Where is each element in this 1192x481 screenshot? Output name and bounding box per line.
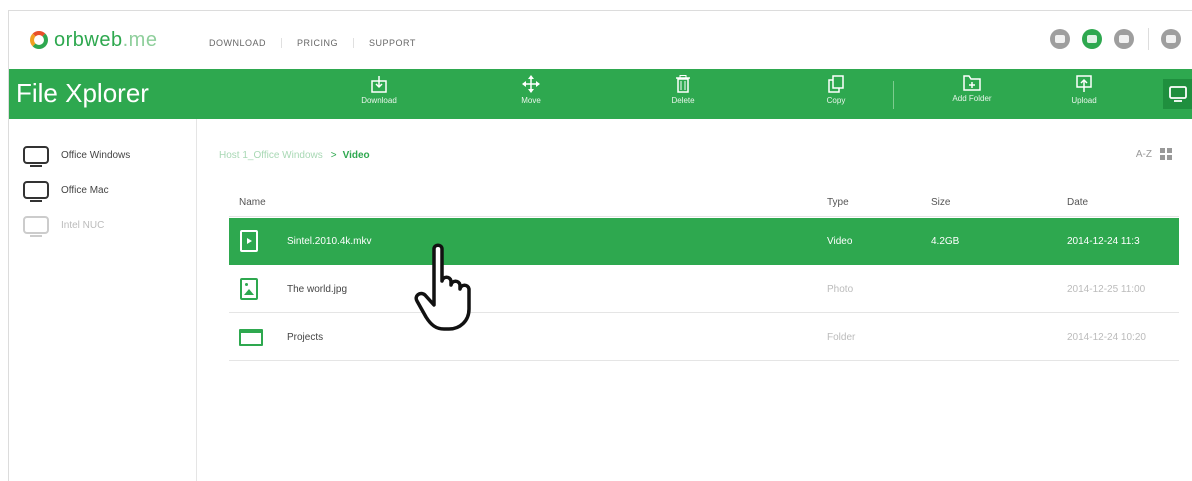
add-folder-label: Add Folder [952, 94, 992, 103]
user-icon[interactable] [1161, 29, 1181, 49]
copy-button[interactable]: Copy [801, 75, 871, 105]
column-date[interactable]: Date [1067, 197, 1088, 208]
monitor-icon [1169, 86, 1187, 102]
sidebar-item-office-mac[interactable]: Office Mac [23, 181, 109, 202]
nav-icons [1038, 28, 1181, 50]
settings-icon[interactable] [1114, 29, 1134, 49]
nav-link-support[interactable]: SUPPORT [354, 38, 431, 48]
logo-icon [30, 31, 48, 49]
sort-controls: A-Z [1136, 148, 1172, 160]
file-type: Video [827, 236, 853, 247]
file-name: Projects [287, 332, 324, 343]
sidebar-item-intel-nuc[interactable]: Intel NUC [23, 216, 105, 237]
copy-label: Copy [826, 96, 846, 105]
move-icon [522, 75, 540, 93]
upload-label: Upload [1071, 96, 1097, 105]
toolbar-divider [893, 81, 894, 109]
folder-icon [239, 329, 263, 346]
chat-icon[interactable] [1050, 29, 1070, 49]
column-type[interactable]: Type [827, 197, 849, 208]
file-name: The world.jpg [287, 284, 348, 295]
grid-view-icon[interactable] [1160, 148, 1172, 160]
app-title: File Xplorer [16, 78, 149, 108]
move-label: Move [521, 96, 541, 105]
upload-button[interactable]: Upload [1049, 75, 1119, 105]
delete-label: Delete [671, 96, 695, 105]
device-sidebar: Office Windows Office Mac Intel NUC [9, 119, 197, 481]
sort-az-button[interactable]: A-Z [1136, 149, 1152, 160]
nav-divider [1148, 28, 1149, 50]
column-size[interactable]: Size [931, 197, 950, 208]
logo-text: orbweb [54, 28, 123, 51]
file-type: Folder [827, 332, 856, 343]
device-label: Office Mac [61, 184, 109, 196]
breadcrumb-host[interactable]: Host 1_Office Windows [219, 150, 323, 161]
delete-button[interactable]: Delete [648, 75, 718, 105]
device-label: Intel NUC [61, 219, 105, 231]
file-size: 4.2GB [931, 236, 960, 247]
file-date: 2014-12-24 10:20 [1067, 332, 1146, 343]
app-window: orbweb.me DOWNLOAD PRICING SUPPORT File … [8, 10, 1192, 481]
hand-pointer-icon [414, 243, 471, 331]
move-button[interactable]: Move [496, 75, 566, 105]
copy-icon [828, 75, 844, 93]
video-file-icon [240, 230, 258, 252]
file-name: Sintel.2010.4k.mkv [287, 236, 372, 247]
download-label: Download [361, 96, 397, 105]
toolbar: File Xplorer Download Move Delete Copy A… [9, 69, 1192, 119]
top-nav: orbweb.me DOWNLOAD PRICING SUPPORT [9, 11, 1192, 69]
breadcrumb-separator: > [330, 150, 337, 161]
download-button[interactable]: Download [344, 75, 414, 105]
nav-link-pricing[interactable]: PRICING [282, 38, 355, 48]
folder-icon[interactable] [1082, 29, 1102, 49]
column-name[interactable]: Name [239, 197, 266, 208]
table-header: Name Type Size Date [229, 193, 1179, 217]
logo[interactable]: orbweb.me [30, 27, 157, 53]
nav-link-download[interactable]: DOWNLOAD [209, 38, 283, 48]
upload-icon [1076, 75, 1092, 92]
device-toggle-button[interactable] [1163, 79, 1192, 109]
file-type: Photo [827, 284, 854, 295]
monitor-icon [23, 216, 49, 237]
table-row[interactable]: Projects Folder 2014-12-24 10:20 [229, 314, 1179, 361]
table-row[interactable]: Sintel.2010.4k.mkv Video 4.2GB 2014-12-2… [229, 218, 1179, 265]
table-row[interactable]: The world.jpg Photo 2014-12-25 11:00 [229, 266, 1179, 313]
add-folder-button[interactable]: Add Folder [937, 75, 1007, 103]
sidebar-item-office-windows[interactable]: Office Windows [23, 146, 131, 167]
download-icon [371, 76, 387, 93]
monitor-icon [23, 181, 49, 202]
nav-links: DOWNLOAD PRICING SUPPORT [209, 38, 431, 48]
monitor-icon [23, 146, 49, 167]
file-date: 2014-12-25 11:00 [1067, 284, 1146, 295]
photo-file-icon [240, 278, 258, 300]
file-date: 2014-12-24 11:3 [1067, 236, 1140, 247]
add-folder-icon [963, 75, 981, 91]
logo-text-suffix: .me [122, 28, 158, 51]
trash-icon [676, 75, 690, 93]
breadcrumb: Host 1_Office Windows > Video [219, 150, 370, 161]
device-label: Office Windows [61, 149, 131, 161]
breadcrumb-current: Video [342, 150, 370, 161]
